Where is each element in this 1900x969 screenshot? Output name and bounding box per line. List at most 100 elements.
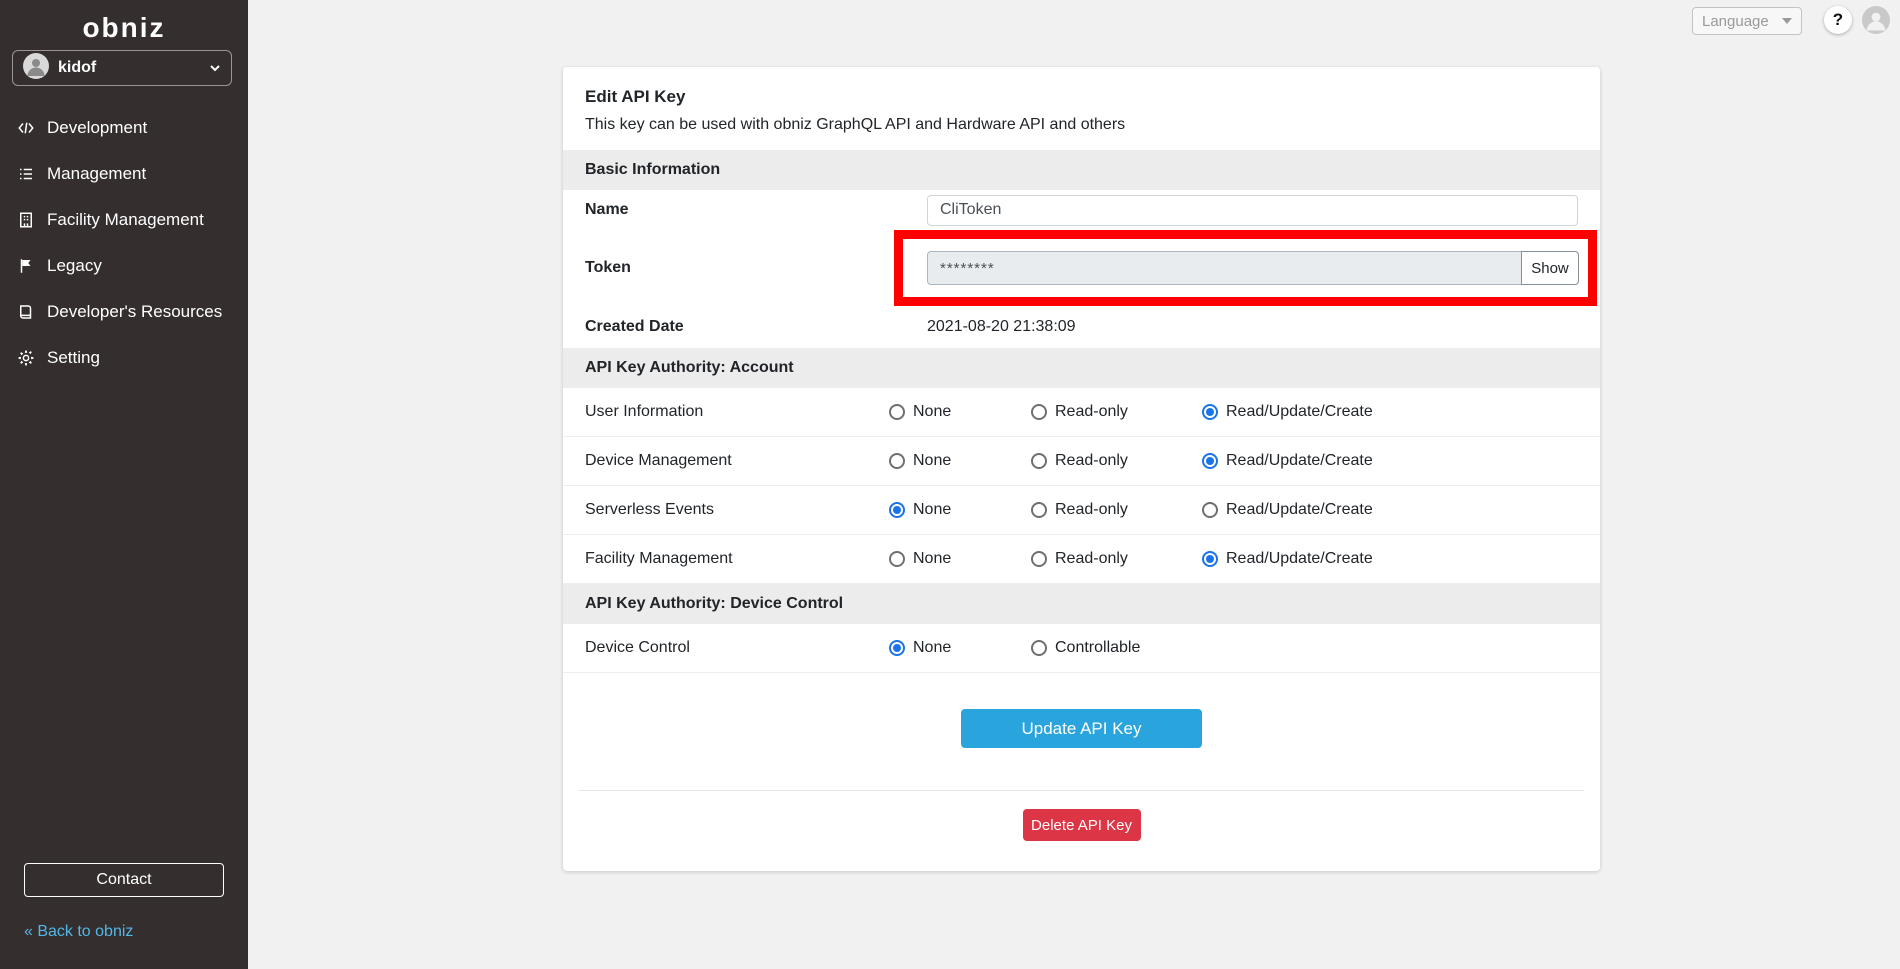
token-input bbox=[927, 251, 1522, 285]
divider bbox=[579, 790, 1584, 791]
edit-api-key-card: Edit API Key This key can be used with o… bbox=[563, 67, 1600, 871]
sidebar-item-facility-management[interactable]: Facility Management bbox=[0, 197, 248, 243]
sidebar-item-development[interactable]: Development bbox=[0, 105, 248, 151]
radio-label: Read/Update/Create bbox=[1226, 550, 1373, 568]
book-icon bbox=[17, 303, 35, 321]
sidebar: obniz kidof Development Management Faci bbox=[0, 0, 248, 969]
sidebar-item-label: Legacy bbox=[47, 256, 102, 276]
radio-icon[interactable] bbox=[1031, 551, 1047, 567]
name-label: Name bbox=[585, 201, 927, 219]
radio-icon[interactable] bbox=[889, 404, 905, 420]
radio-option[interactable]: None bbox=[889, 403, 1031, 421]
radio-label: None bbox=[913, 501, 951, 519]
radio-label: None bbox=[913, 452, 951, 470]
radio-icon[interactable] bbox=[1202, 404, 1218, 420]
sidebar-item-label: Management bbox=[47, 164, 146, 184]
radio-label: None bbox=[913, 550, 951, 568]
authority-row-label: User Information bbox=[585, 403, 889, 421]
back-to-obniz-link[interactable]: « Back to obniz bbox=[24, 923, 133, 941]
radio-option[interactable]: None bbox=[889, 550, 1031, 568]
radio-icon[interactable] bbox=[1031, 502, 1047, 518]
section-header-basic-information: Basic Information bbox=[563, 150, 1600, 190]
radio-label: None bbox=[913, 639, 951, 657]
authority-row-user-information: User Information None Read-only Read/Upd… bbox=[563, 388, 1600, 437]
sidebar-item-management[interactable]: Management bbox=[0, 151, 248, 197]
radio-option[interactable]: Read/Update/Create bbox=[1202, 550, 1578, 568]
radio-icon[interactable] bbox=[1031, 404, 1047, 420]
help-button[interactable]: ? bbox=[1824, 6, 1852, 34]
radio-option[interactable]: Read-only bbox=[1031, 403, 1202, 421]
token-input-group: Show bbox=[927, 251, 1579, 285]
radio-option[interactable]: None bbox=[889, 501, 1031, 519]
created-date-row: Created Date 2021-08-20 21:38:09 bbox=[563, 306, 1600, 348]
name-row: Name bbox=[563, 190, 1600, 230]
radio-label: Read/Update/Create bbox=[1226, 452, 1373, 470]
flag-icon bbox=[17, 257, 35, 275]
radio-icon[interactable] bbox=[1031, 640, 1047, 656]
authority-row-serverless-events: Serverless Events None Read-only Read/Up… bbox=[563, 486, 1600, 535]
delete-api-key-button[interactable]: Delete API Key bbox=[1023, 809, 1141, 841]
contact-button[interactable]: Contact bbox=[24, 863, 224, 897]
authority-row-device-control: Device Control None Controllable bbox=[563, 624, 1600, 673]
sidebar-item-legacy[interactable]: Legacy bbox=[0, 243, 248, 289]
radio-icon[interactable] bbox=[1202, 551, 1218, 567]
language-dropdown-label: Language bbox=[1702, 13, 1769, 30]
authority-row-device-management: Device Management None Read-only Read/Up… bbox=[563, 437, 1600, 486]
user-dropdown[interactable]: kidof bbox=[12, 50, 232, 86]
user-avatar bbox=[23, 53, 49, 84]
radio-option[interactable]: Read-only bbox=[1031, 550, 1202, 568]
user-name: kidof bbox=[58, 59, 96, 77]
caret-down-icon bbox=[1782, 18, 1792, 24]
radio-icon[interactable] bbox=[1202, 502, 1218, 518]
code-icon bbox=[17, 119, 35, 137]
card-header: Edit API Key This key can be used with o… bbox=[563, 67, 1600, 150]
token-highlight-annotation: Show bbox=[894, 230, 1597, 306]
authority-row-facility-management: Facility Management None Read-only Read/… bbox=[563, 535, 1600, 584]
radio-option[interactable]: None bbox=[889, 639, 1031, 657]
gear-icon bbox=[17, 349, 35, 367]
section-header-device-control-authority: API Key Authority: Device Control bbox=[563, 584, 1600, 624]
radio-option[interactable]: None bbox=[889, 452, 1031, 470]
radio-label: Read/Update/Create bbox=[1226, 501, 1373, 519]
sidebar-item-label: Setting bbox=[47, 348, 100, 368]
language-dropdown[interactable]: Language bbox=[1692, 7, 1802, 35]
sidebar-item-label: Developer's Resources bbox=[47, 302, 222, 322]
sidebar-nav: Development Management Facility Manageme… bbox=[0, 105, 248, 381]
name-input[interactable] bbox=[927, 195, 1578, 226]
building-icon bbox=[17, 211, 35, 229]
radio-label: Read-only bbox=[1055, 501, 1128, 519]
radio-icon[interactable] bbox=[1031, 453, 1047, 469]
sidebar-item-developers-resources[interactable]: Developer's Resources bbox=[0, 289, 248, 335]
radio-option[interactable]: Controllable bbox=[1031, 639, 1202, 657]
token-label: Token bbox=[585, 259, 927, 277]
sidebar-item-setting[interactable]: Setting bbox=[0, 335, 248, 381]
obniz-logo: obniz bbox=[0, 0, 248, 44]
radio-icon[interactable] bbox=[889, 551, 905, 567]
radio-option[interactable]: Read-only bbox=[1031, 452, 1202, 470]
radio-icon[interactable] bbox=[1202, 453, 1218, 469]
chevron-down-icon bbox=[209, 64, 221, 72]
radio-option[interactable]: Read-only bbox=[1031, 501, 1202, 519]
page-title: Edit API Key bbox=[585, 87, 1578, 107]
token-row: Token Show bbox=[563, 230, 1600, 306]
authority-row-label: Serverless Events bbox=[585, 501, 889, 519]
radio-label: Read/Update/Create bbox=[1226, 403, 1373, 421]
radio-label: None bbox=[913, 403, 951, 421]
radio-option[interactable]: Read/Update/Create bbox=[1202, 452, 1578, 470]
account-avatar[interactable] bbox=[1862, 6, 1890, 34]
page-subtitle: This key can be used with obniz GraphQL … bbox=[585, 116, 1578, 134]
radio-icon[interactable] bbox=[889, 640, 905, 656]
authority-row-label: Device Control bbox=[585, 639, 889, 657]
authority-row-label: Device Management bbox=[585, 452, 889, 470]
section-header-account-authority: API Key Authority: Account bbox=[563, 348, 1600, 388]
sidebar-item-label: Development bbox=[47, 118, 147, 138]
radio-option[interactable]: Read/Update/Create bbox=[1202, 403, 1578, 421]
sidebar-item-label: Facility Management bbox=[47, 210, 204, 230]
radio-option[interactable]: Read/Update/Create bbox=[1202, 501, 1578, 519]
show-token-button[interactable]: Show bbox=[1521, 251, 1579, 285]
radio-label: Read-only bbox=[1055, 452, 1128, 470]
created-date-label: Created Date bbox=[585, 318, 927, 336]
update-api-key-button[interactable]: Update API Key bbox=[961, 709, 1202, 748]
radio-icon[interactable] bbox=[889, 453, 905, 469]
radio-icon[interactable] bbox=[889, 502, 905, 518]
